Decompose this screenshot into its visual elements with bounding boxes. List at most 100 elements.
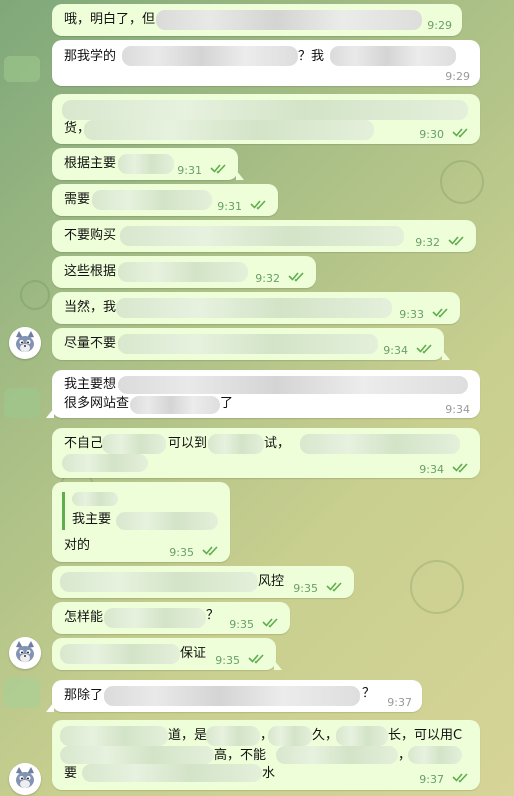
redacted-text [104, 686, 360, 706]
message-text: 风控 [258, 574, 285, 589]
read-checkmark-icon [452, 773, 468, 783]
background-pattern [440, 160, 484, 204]
message-bubble[interactable]: 不自己 可以到 试， 9:34 [52, 428, 480, 478]
redacted-text [118, 334, 378, 354]
message-text: 了 [220, 396, 234, 411]
redacted-text [122, 46, 298, 66]
message-bubble[interactable]: 风控 9:35 [52, 566, 354, 598]
message-bubble[interactable]: 当然，我 9:33 [52, 292, 460, 324]
redacted-text [92, 190, 212, 210]
message-time: 9:34 [383, 344, 408, 357]
redacted-text [62, 454, 148, 472]
read-checkmark-icon [210, 164, 226, 174]
read-checkmark-icon [452, 128, 468, 138]
message-time: 9:32 [255, 272, 280, 285]
message-time: 9:37 [387, 696, 412, 709]
message-text: 那我学的 [64, 49, 117, 64]
read-checkmark-icon [448, 236, 464, 246]
message-bubble[interactable]: 需要 9:31 [52, 184, 278, 216]
redacted-text [82, 764, 262, 782]
redacted-text [408, 746, 462, 764]
message-bubble[interactable]: 道，是 ， 久， 长，可以用C 高，不能 ， 要 水 9:37 [52, 720, 480, 790]
read-checkmark-icon [202, 546, 218, 556]
message-bubble[interactable]: 那我学的 ？我 9:29 [52, 40, 480, 86]
avatar-placeholder [4, 678, 40, 708]
message-bubble[interactable]: 哦，明白了，但 9:29 [52, 4, 462, 36]
redacted-text [120, 226, 404, 246]
contact-avatar[interactable] [9, 637, 41, 669]
avatar-placeholder [4, 388, 40, 418]
redacted-text [118, 376, 468, 394]
message-text: 道，是 [168, 728, 208, 743]
message-bubble[interactable]: 这些根据 9:32 [52, 256, 316, 288]
message-bubble[interactable]: 尽量不要 9:34 [52, 328, 450, 360]
message-text: 对的 [64, 538, 91, 553]
message-text: 可以到 [168, 436, 208, 451]
message-text: 久， [312, 728, 339, 743]
message-bubble[interactable]: 根据主要 9:31 [52, 148, 244, 180]
message-text: 要 [64, 766, 78, 781]
message-bubble[interactable]: 保证 9:35 [52, 638, 282, 670]
redacted-text [116, 512, 218, 530]
message-text: 哦，明白了，但 [64, 12, 156, 27]
read-checkmark-icon [326, 582, 342, 592]
message-text: 当然，我 [64, 300, 117, 315]
message-bubble[interactable]: 那除了 ？ 9:37 [46, 680, 422, 712]
message-text: 这些根据 [64, 264, 117, 279]
quoted-text: 我主要 [72, 512, 112, 527]
redacted-text [84, 120, 374, 140]
message-text: 怎样能 [64, 610, 104, 625]
message-text: ？ [206, 608, 220, 623]
cat-avatar-icon [9, 327, 41, 359]
redacted-text [206, 726, 260, 746]
contact-avatar[interactable] [9, 327, 41, 359]
message-text: 不自己 [64, 436, 104, 451]
message-text: 保证 [180, 646, 207, 661]
message-text: 尽量不要 [64, 336, 117, 351]
message-bubble[interactable]: 货， 9:30 [52, 94, 480, 144]
message-text: 我主要想 [64, 377, 117, 392]
read-checkmark-icon [452, 463, 468, 473]
message-bubble[interactable]: 怎样能 ？ 9:35 [52, 602, 290, 634]
contact-avatar[interactable] [9, 763, 41, 795]
message-time: 9:35 [229, 618, 254, 631]
message-time: 9:34 [419, 463, 444, 476]
message-text: ？我 [298, 49, 325, 64]
message-text: ？ [362, 686, 376, 701]
message-text: 试， [264, 436, 291, 451]
message-time: 9:35 [293, 582, 318, 595]
redacted-text [116, 298, 392, 318]
redacted-text [330, 46, 456, 66]
message-time: 9:33 [399, 308, 424, 321]
redacted-text [156, 10, 422, 30]
redacted-text [72, 492, 118, 506]
message-text: 长，可以用C [388, 728, 463, 743]
message-time: 9:35 [215, 654, 240, 667]
read-checkmark-icon [262, 618, 278, 628]
redacted-text [208, 434, 264, 454]
read-checkmark-icon [248, 654, 264, 664]
read-checkmark-icon [416, 344, 432, 354]
message-time: 9:29 [445, 70, 470, 83]
message-time: 9:29 [427, 19, 452, 32]
message-time: 9:37 [419, 773, 444, 786]
message-text: 根据主要 [64, 156, 117, 171]
read-checkmark-icon [432, 308, 448, 318]
redacted-text [276, 746, 398, 764]
message-bubble[interactable]: 不要购买 9:32 [52, 220, 476, 252]
redacted-text [62, 100, 468, 120]
read-checkmark-icon [250, 200, 266, 210]
cat-avatar-icon [9, 763, 41, 795]
redacted-text [300, 434, 460, 454]
avatar-placeholder [4, 56, 40, 82]
message-text: 高，不能 [214, 748, 267, 763]
redacted-text [60, 746, 214, 764]
message-bubble[interactable]: 我主要想 很多网站查 了 9:34 [46, 370, 480, 418]
redacted-text [102, 434, 166, 454]
message-bubble[interactable]: 我主要 对的 9:35 [52, 482, 230, 562]
cat-avatar-icon [9, 637, 41, 669]
message-time: 9:34 [445, 403, 470, 416]
redacted-text [104, 608, 206, 628]
read-checkmark-icon [288, 272, 304, 282]
redacted-text [60, 572, 258, 592]
